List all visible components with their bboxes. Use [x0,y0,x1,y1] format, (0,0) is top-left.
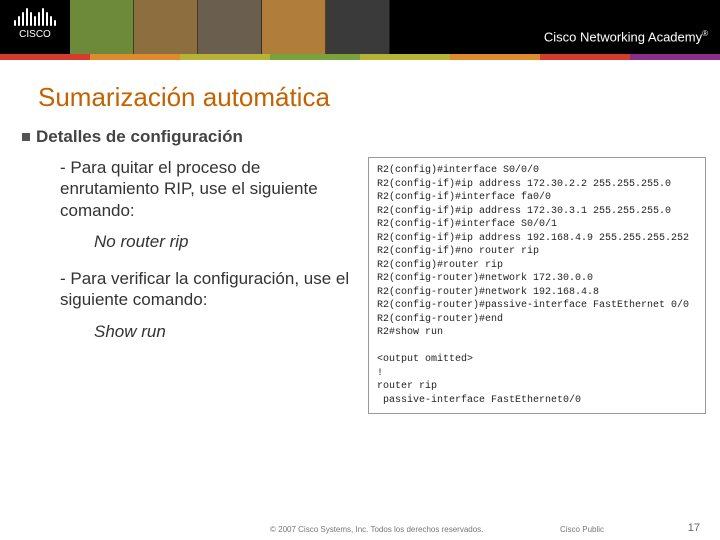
cisco-logo-text: CISCO [14,30,56,40]
command-1: No router rip [94,231,360,252]
cli-output-box: R2(config)#interface S0/0/0 R2(config-if… [368,157,706,414]
content-area: - Para quitar el proceso de enrutamiento… [0,157,720,414]
banner-colorband [0,54,720,60]
paragraph-2: - Para verificar la configuración, use e… [60,268,360,311]
paragraph-1: - Para quitar el proceso de enrutamiento… [60,157,360,221]
banner-faces [70,0,390,60]
slide-subtitle: Detalles de configuración [36,127,243,147]
subtitle-row: Detalles de configuración [22,127,720,147]
bullet-square-icon [22,133,30,141]
command-2: Show run [94,321,360,342]
footer-copyright: © 2007 Cisco Systems, Inc. Todos los der… [270,525,483,534]
footer-public: Cisco Public [560,525,604,534]
header-banner: CISCO Cisco Networking Academy® [0,0,720,60]
cisco-logo: CISCO [14,6,56,40]
academy-label: Cisco Networking Academy® [544,29,708,44]
left-column: - Para quitar el proceso de enrutamiento… [60,157,360,358]
slide-title: Sumarización automática [38,82,720,113]
footer-page-number: 17 [688,522,700,534]
